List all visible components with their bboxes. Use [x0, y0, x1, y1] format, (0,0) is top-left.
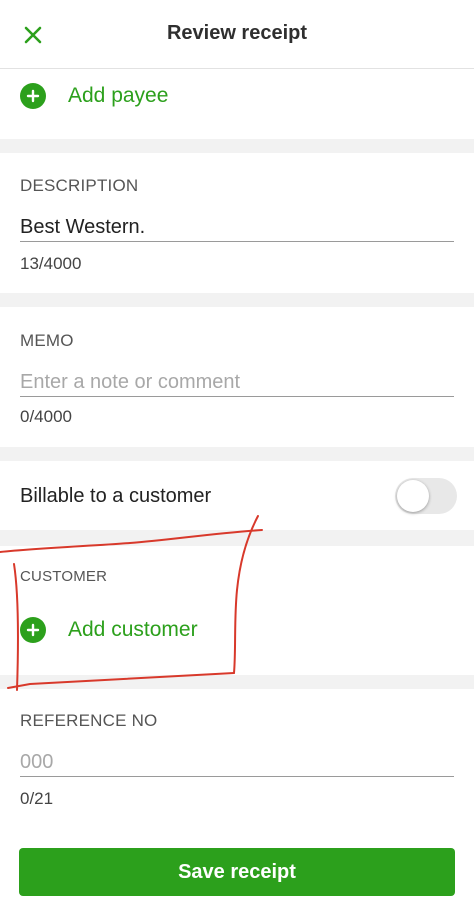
plus-circle-icon: [20, 617, 46, 643]
memo-underline: [20, 396, 454, 397]
description-field[interactable]: Best Western.: [20, 216, 145, 239]
description-label: DESCRIPTION: [20, 176, 139, 195]
customer-label: CUSTOMER: [20, 568, 108, 585]
plus-circle-icon: [20, 83, 46, 109]
reference-counter: 0/21: [20, 789, 54, 808]
add-customer-label: Add customer: [68, 618, 198, 641]
toggle-knob: [397, 480, 429, 512]
description-underline: [20, 241, 454, 242]
section-divider: [0, 293, 474, 307]
add-payee-button[interactable]: Add payee: [20, 83, 168, 109]
memo-label: MEMO: [20, 331, 74, 350]
reference-underline: [20, 776, 454, 777]
reference-field[interactable]: [20, 749, 454, 775]
page-title: Review receipt: [166, 22, 308, 44]
add-customer-button[interactable]: Add customer: [20, 617, 198, 643]
billable-label: Billable to a customer: [20, 485, 212, 507]
header: Review receipt: [0, 0, 474, 69]
section-divider: [0, 530, 474, 546]
add-payee-label: Add payee: [68, 84, 169, 107]
memo-field[interactable]: [20, 369, 454, 395]
memo-counter: 0/4000: [20, 407, 72, 426]
section-divider: [0, 139, 474, 153]
save-receipt-button[interactable]: Save receipt: [19, 848, 455, 896]
section-divider: [0, 675, 474, 689]
description-counter: 13/4000: [20, 254, 82, 273]
save-receipt-label: Save receipt: [178, 860, 296, 883]
billable-toggle[interactable]: [395, 478, 457, 514]
reference-label: REFERENCE NO: [20, 711, 158, 730]
section-divider: [0, 447, 474, 461]
